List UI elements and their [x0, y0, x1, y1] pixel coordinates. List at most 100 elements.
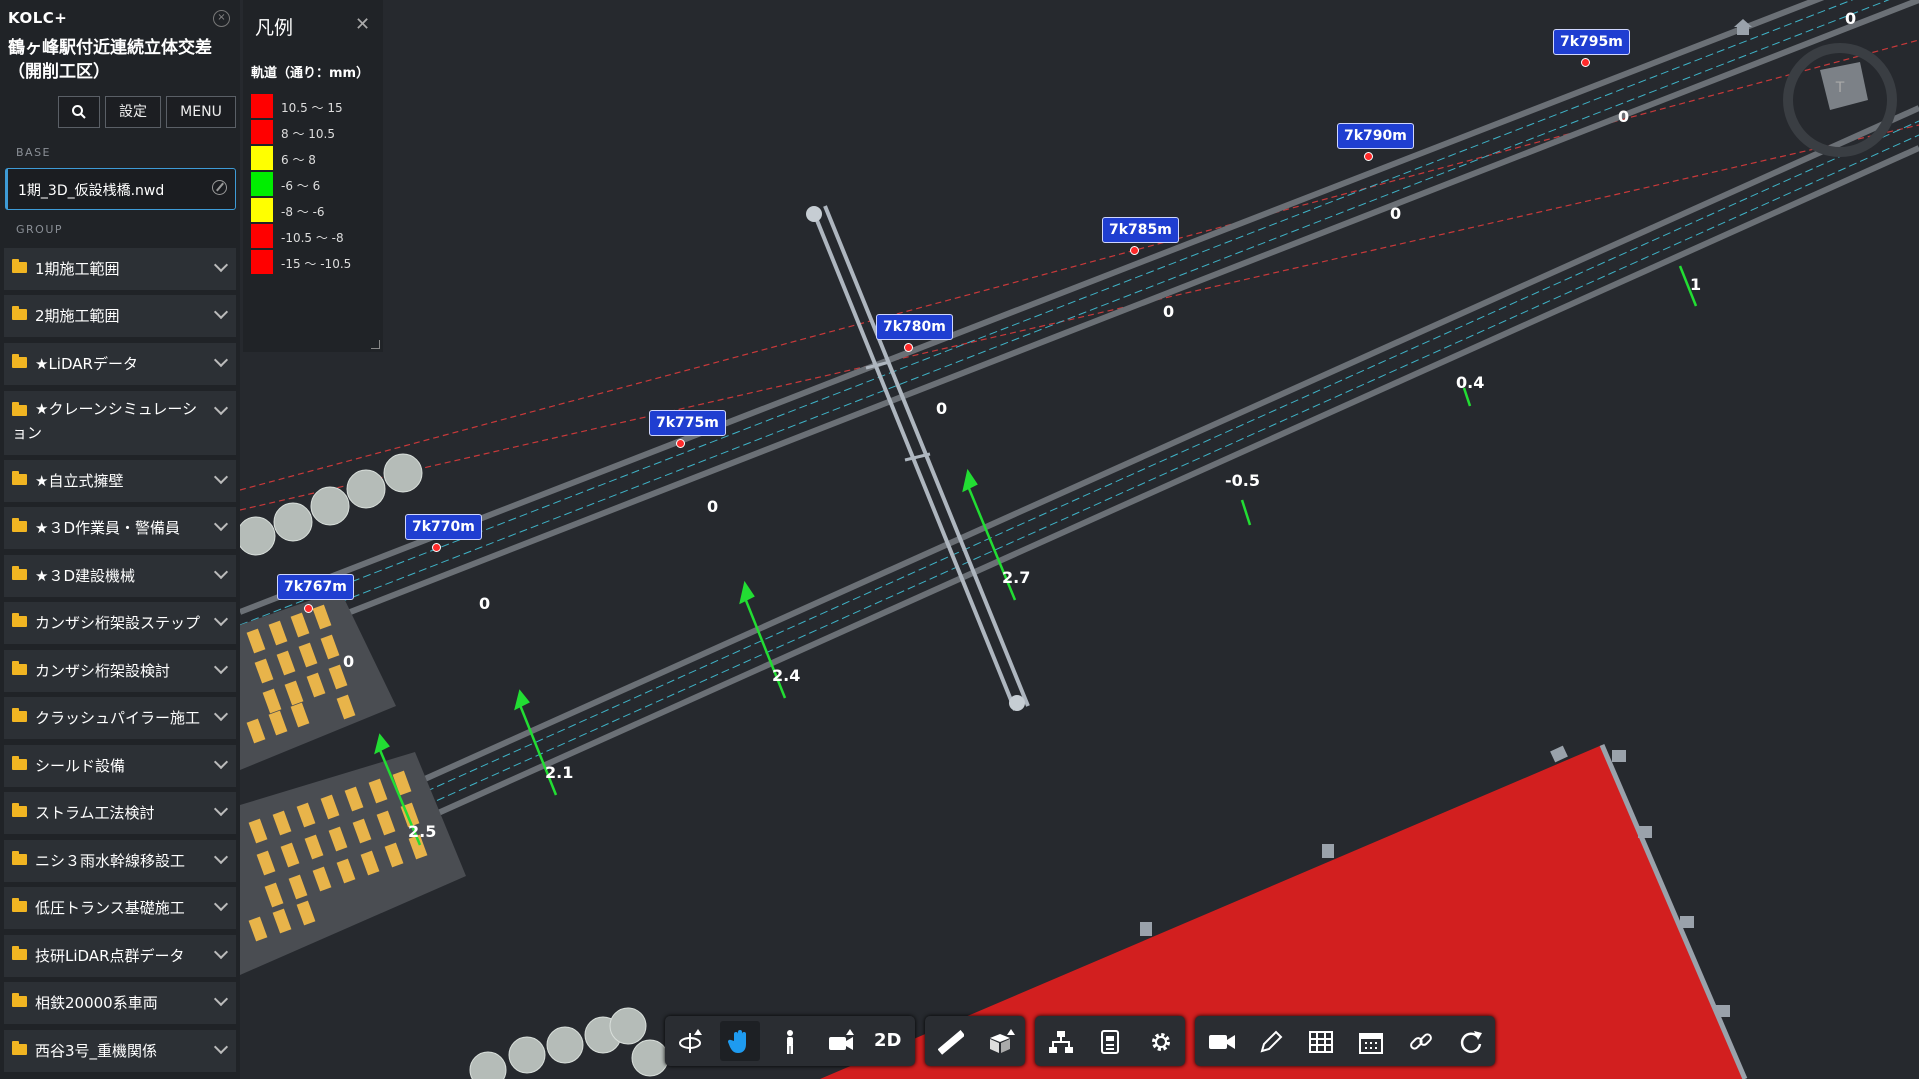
folder-icon [12, 259, 27, 273]
group-item[interactable]: 技研LiDAR点群データ [4, 935, 236, 977]
schedule-button[interactable] [1350, 1021, 1390, 1061]
station-point [304, 604, 313, 613]
orbit-icon [679, 1029, 702, 1053]
2d-label: 2D [874, 1030, 902, 1051]
folder-icon [12, 306, 27, 320]
chevron-down-icon [213, 706, 229, 722]
link-icon [1410, 1033, 1432, 1050]
search-button[interactable] [58, 96, 100, 128]
station-marker[interactable]: 7k767m [277, 574, 354, 600]
folder-icon [12, 661, 27, 675]
base-file-name: 1期_3D_仮設桟橋.nwd [18, 183, 165, 199]
upper-value: 0 [707, 497, 718, 516]
home-icon[interactable] [1733, 18, 1753, 36]
upper-value: 0 [479, 594, 490, 613]
lower-value: 0.4 [1456, 373, 1484, 392]
chevron-down-icon [213, 754, 229, 770]
group-item[interactable]: 2期施工範囲 [4, 295, 236, 337]
group-item[interactable]: クラッシュパイラー施工 [4, 697, 236, 739]
folder-icon [12, 993, 27, 1007]
menu-button[interactable]: MENU [166, 96, 236, 128]
table-button[interactable] [1300, 1021, 1340, 1061]
reset-button[interactable] [1450, 1021, 1490, 1061]
table-icon [1309, 1031, 1333, 1053]
group-item[interactable]: 西谷3号_重機関係 [4, 1030, 236, 1072]
compass-icon[interactable] [212, 180, 227, 195]
camera-icon [829, 1029, 854, 1050]
properties-button[interactable] [1090, 1021, 1130, 1061]
chevron-down-icon [213, 400, 229, 416]
video-button[interactable] [1200, 1021, 1240, 1061]
legend-label: -8 ～ -6 [281, 205, 325, 219]
upper-value: 0 [343, 652, 354, 671]
project-title: 鶴ヶ峰駅付近連続立体交差（開削工区） [8, 38, 212, 82]
pan-icon [728, 1030, 746, 1053]
chevron-down-icon [213, 801, 229, 817]
view-cube-icon[interactable]: T [1780, 40, 1900, 160]
lower-value: -0.5 [1225, 471, 1260, 490]
tools-toolbar [925, 1016, 1025, 1066]
walk-button[interactable] [770, 1021, 810, 1061]
group-item[interactable]: ★３D作業員・警備員 [4, 507, 236, 549]
station-marker[interactable]: 7k795m [1553, 29, 1630, 55]
model-tree-button[interactable] [1040, 1021, 1080, 1061]
legend-label: 10.5 ～ 15 [281, 101, 343, 115]
search-icon [72, 105, 86, 119]
chevron-down-icon [213, 352, 229, 368]
legend-title: 凡例 [255, 17, 294, 39]
chevron-down-icon [213, 304, 229, 320]
group-item[interactable]: 1期施工範囲 [4, 248, 236, 290]
group-item[interactable]: ★３D建設機械 [4, 555, 236, 597]
section-box-button[interactable] [980, 1021, 1020, 1061]
lower-value: 2.4 [772, 666, 800, 685]
group-item[interactable]: カンザシ桁架設検討 [4, 650, 236, 692]
pan-button[interactable] [720, 1021, 760, 1061]
group-item[interactable]: シールド設備 [4, 745, 236, 787]
folder-icon [12, 851, 27, 865]
close-icon[interactable]: ✕ [355, 14, 370, 35]
chevron-down-icon [213, 469, 229, 485]
group-item[interactable]: ニシ３雨水幹線移設工 [4, 840, 236, 882]
legend-swatch [251, 120, 273, 144]
markup-button[interactable] [1250, 1021, 1290, 1061]
camera-button[interactable] [820, 1021, 860, 1061]
station-marker[interactable]: 7k785m [1102, 217, 1179, 243]
folder-icon [12, 613, 27, 627]
orbit-button[interactable] [670, 1021, 710, 1061]
settings-button[interactable]: 設定 [105, 96, 161, 128]
group-item[interactable]: ★自立式擁壁 [4, 460, 236, 502]
group-item[interactable]: カンザシ桁架設ステップ [4, 602, 236, 644]
group-item[interactable]: 低圧トランス基礎施工 [4, 887, 236, 929]
folder-icon [12, 708, 27, 722]
measure-icon [938, 1030, 964, 1055]
chevron-down-icon [213, 659, 229, 675]
folder-icon [12, 518, 27, 532]
folder-icon [12, 354, 27, 368]
tree-icon [1049, 1031, 1073, 1053]
pencil-icon [1260, 1030, 1283, 1053]
station-point [1364, 152, 1373, 161]
chevron-down-icon [213, 257, 229, 273]
group-item[interactable]: ★クレーンシミュレーション [4, 391, 236, 455]
station-point [1581, 58, 1590, 67]
station-marker[interactable]: 7k780m [876, 314, 953, 340]
upper-value: 0 [1390, 204, 1401, 223]
station-marker[interactable]: 7k790m [1337, 123, 1414, 149]
station-marker[interactable]: 7k770m [405, 514, 482, 540]
close-icon[interactable]: × [213, 10, 230, 27]
station-marker[interactable]: 7k775m [649, 410, 726, 436]
chevron-down-icon [213, 1039, 229, 1055]
measure-button[interactable] [930, 1021, 970, 1061]
link-button[interactable] [1400, 1021, 1440, 1061]
lower-value: 2.7 [1002, 568, 1030, 587]
station-point [432, 543, 441, 552]
group-item[interactable]: ストラム工法検討 [4, 792, 236, 834]
lower-value: 2.5 [408, 822, 436, 841]
group-item[interactable]: ★LiDARデータ [4, 343, 236, 385]
resize-handle[interactable] [371, 340, 380, 349]
base-file-field[interactable]: 1期_3D_仮設桟橋.nwd [5, 168, 236, 210]
settings-button-toolbar[interactable] [1140, 1021, 1180, 1061]
legend-label: -10.5 ～ -8 [281, 231, 344, 245]
2d-button[interactable]: 2D [868, 1021, 908, 1061]
group-item[interactable]: 相鉄20000系車両 [4, 982, 236, 1024]
